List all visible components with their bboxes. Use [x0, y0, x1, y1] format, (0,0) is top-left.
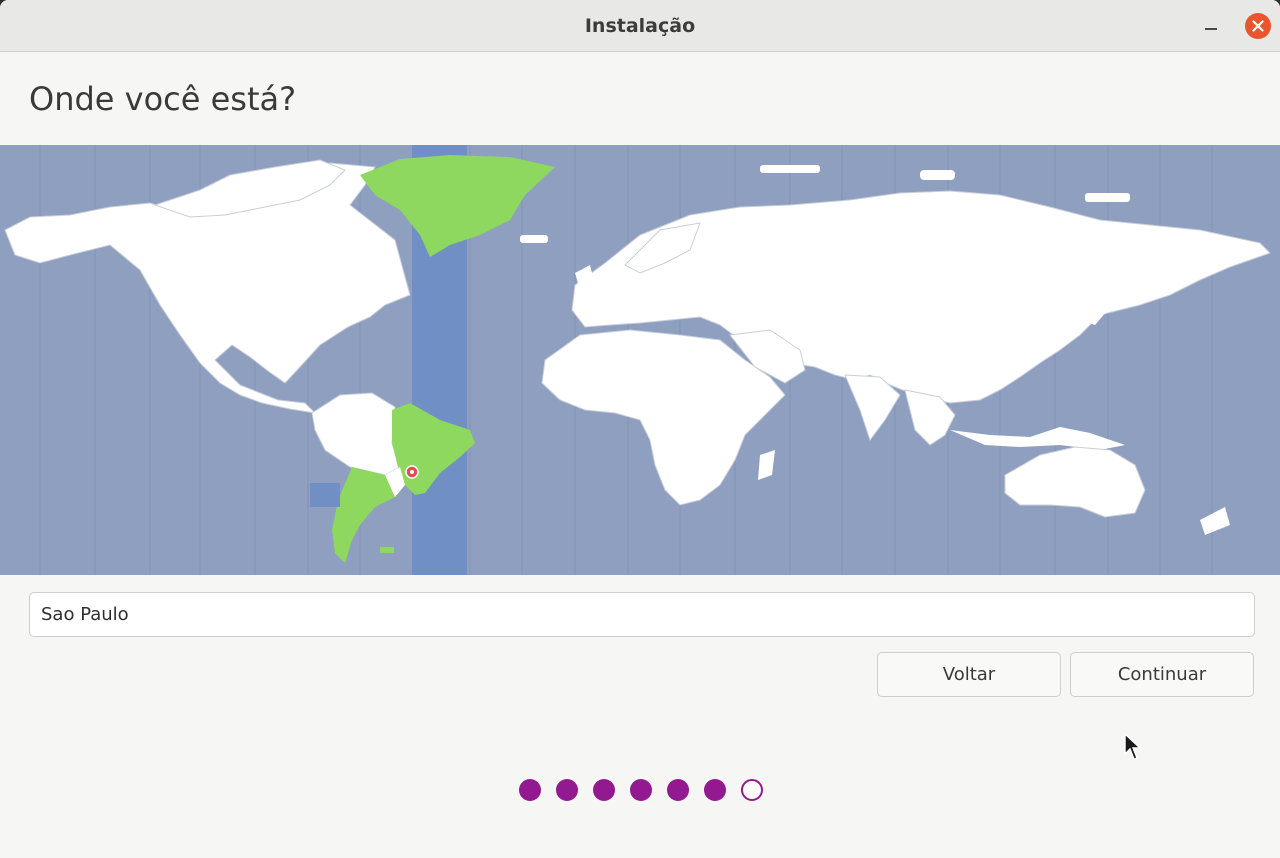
- continue-button[interactable]: Continuar: [1070, 652, 1254, 697]
- progress-dot: [630, 779, 652, 801]
- timezone-map[interactable]: [0, 145, 1280, 575]
- back-button[interactable]: Voltar: [877, 652, 1061, 697]
- minimize-icon[interactable]: [1200, 14, 1222, 36]
- progress-dot-current: [741, 779, 763, 801]
- location-pin-icon: [405, 465, 419, 479]
- australia: [1004, 446, 1146, 518]
- page-title: Onde você está?: [29, 80, 297, 118]
- window-title: Instalação: [584, 15, 696, 37]
- progress-dot: [556, 779, 578, 801]
- title-bar[interactable]: Instalação: [0, 0, 1280, 52]
- mouse-cursor-icon: [1124, 732, 1142, 765]
- installer-window: Instalação Onde você está? Sao Paulo Vol…: [0, 0, 1280, 858]
- progress-dot: [704, 779, 726, 801]
- progress-dot: [667, 779, 689, 801]
- close-icon[interactable]: [1245, 13, 1271, 39]
- progress-indicator: [519, 779, 763, 801]
- timezone-city-input[interactable]: [29, 592, 1255, 637]
- progress-dot: [593, 779, 615, 801]
- progress-dot: [519, 779, 541, 801]
